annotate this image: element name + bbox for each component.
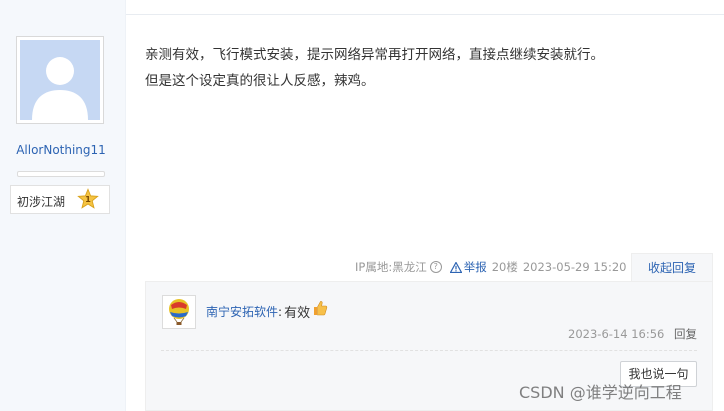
rank-label: 初涉江湖 (17, 195, 66, 209)
rank-level: 1 (85, 194, 91, 204)
post-line: 亲测有效，飞行模式安装，提示网络异常再打开网络，直接点继续安装就行。 (145, 47, 604, 63)
reply-meta: 2023-6-14 16:56 回复 (568, 326, 697, 342)
reply-text: 有效 (284, 306, 311, 321)
post-datetime: 2023-05-29 15:20 (522, 260, 627, 274)
reply-username[interactable]: 南宁安拓软件 (206, 303, 278, 320)
report-label: 举报 (463, 260, 487, 274)
rank-badge: 初涉江湖 1 (10, 185, 110, 214)
floor-number: 20楼 (491, 260, 518, 274)
author-avatar[interactable] (16, 36, 104, 124)
author-username[interactable]: AllorNothing11 (10, 143, 112, 157)
question-icon[interactable]: ? (429, 261, 442, 273)
thumbs-up-icon (314, 300, 328, 315)
post-meta: IP属地:黑龙江 ? 举报 20楼 2023-05-29 15:20 (355, 259, 626, 275)
post-content: 亲测有效，飞行模式安装，提示网络异常再打开网络，直接点继续安装就行。 但是这个设… (145, 42, 604, 94)
post-line: 但是这个设定真的很让人反感，辣鸡。 (145, 73, 375, 89)
rank-star-icon: 1 (77, 188, 99, 209)
reply-link[interactable]: 回复 (674, 327, 697, 341)
reply-avatar[interactable] (162, 295, 196, 329)
reply-line: 南宁安拓软件 : 有效 (206, 300, 328, 321)
collapse-replies-button[interactable]: 收起回复 (631, 253, 713, 281)
experience-bar (17, 171, 105, 177)
default-avatar-icon (20, 40, 100, 120)
reply-divider (161, 350, 697, 351)
hot-air-balloon-icon (164, 297, 194, 327)
author-sidebar: AllorNothing11 初涉江湖 1 (0, 0, 126, 411)
reply-datetime: 2023-6-14 16:56 (568, 327, 665, 341)
warning-icon (449, 261, 462, 273)
report-button[interactable]: 举报 (449, 259, 487, 275)
top-divider (126, 14, 724, 15)
ip-location: IP属地:黑龙江 (355, 260, 427, 274)
reply-separator: : (278, 304, 283, 319)
watermark: CSDN @谁学逆向工程 (519, 383, 682, 402)
